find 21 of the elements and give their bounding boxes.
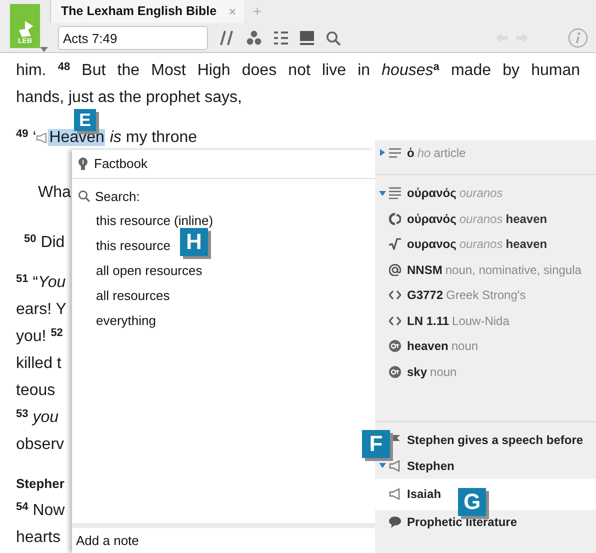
verse-text: $^{53}$ you [16, 406, 58, 428]
verse-text: $^{50}$ Did [23, 232, 65, 253]
verse-text: hands, just as the prophet says, [16, 88, 242, 108]
section-heading: Stepher [16, 475, 64, 493]
verse-text: Wha [37, 183, 71, 203]
search-label: Search: [95, 188, 140, 206]
verse-text: is my throne [110, 129, 198, 146]
verse-text: hearts [16, 528, 60, 548]
callout-tooltip: G [458, 488, 486, 516]
callout-tooltip: E [74, 109, 96, 131]
verse-text: teous [16, 381, 56, 401]
callout-tooltip: F [362, 430, 390, 458]
verse-text: killed t [16, 354, 62, 374]
callout-tooltip: H [180, 228, 208, 256]
verse-text: $^{49}$ ‘ [16, 129, 36, 146]
verse-text: $^{51}$ “You [16, 272, 66, 293]
verse-text: ears! Y [16, 300, 66, 320]
verse-text: $^{54}$ Now [16, 500, 65, 521]
verse-text: him. $^{48}$ But the Most High does not live in houses$^{a}$ made by human [16, 60, 580, 81]
verse-text: observ [16, 435, 64, 455]
verse-text: you! $^{52}$ [16, 326, 63, 347]
